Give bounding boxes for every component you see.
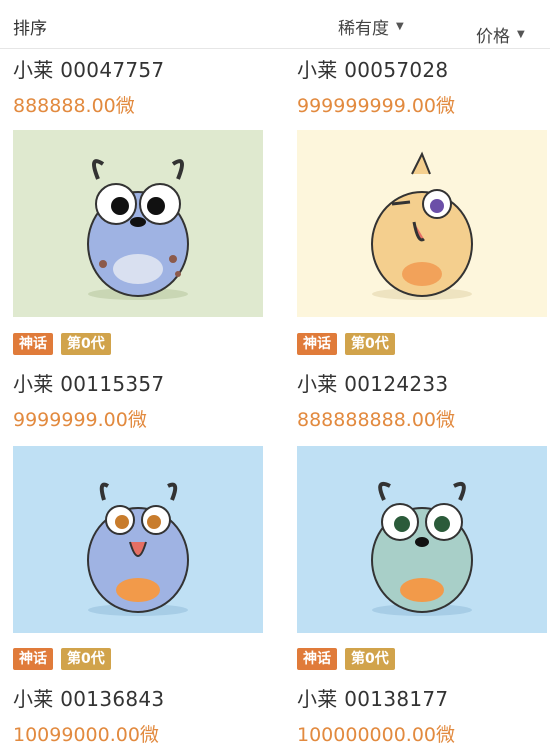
generation-tag: 第0代 [345,333,395,355]
kitty-illustration [371,151,473,300]
price-label: 价格 [476,27,510,47]
kitty-price: 999999999.00微 [297,95,456,117]
kitty-price: 100000000.00微 [297,724,456,746]
myth-tag: 神话 [13,648,53,670]
tag-group: 神话 第0代 [13,648,111,670]
sort-by-price-button[interactable]: 价格 ▼ [476,22,525,47]
myth-tag: 神话 [13,333,53,355]
kitty-price: 888888888.00微 [297,409,456,431]
kitty-illustration [87,482,189,616]
kitty-card[interactable]: 小莱 00057028 999999999.00微 [297,54,547,118]
tag-group: 神话 第0代 [297,333,395,355]
kitty-price: 10099000.00微 [13,724,159,746]
kitty-name: 小莱 00124233 [297,372,449,396]
kitty-price: 888888.00微 [13,95,135,117]
kitty-price: 9999999.00微 [13,409,147,431]
kitty-card[interactable]: 小莱 00136843 10099000.00微 [13,683,263,747]
generation-tag: 第0代 [61,333,111,355]
sort-label: 排序 [13,19,47,39]
kitty-card[interactable]: 小莱 00138177 100000000.00微 [297,683,547,747]
kitty-name: 小莱 00057028 [297,58,449,82]
kitty-name: 小莱 00047757 [13,58,165,82]
kitty-illustration [87,158,189,300]
kitty-card[interactable]: 小莱 00115357 9999999.00微 [13,368,263,432]
kitty-image[interactable] [13,446,263,633]
kitty-card[interactable]: 小莱 00047757 888888.00微 [13,54,263,118]
kitty-image[interactable] [297,446,547,633]
myth-tag: 神话 [297,648,337,670]
rarity-label: 稀有度 [338,19,389,39]
kitty-image[interactable] [297,130,547,317]
sort-bar: 排序 稀有度 ▼ 价格 ▼ [0,0,550,49]
kitty-name: 小莱 00136843 [13,687,165,711]
kitty-card[interactable]: 小莱 00124233 888888888.00微 [297,368,547,432]
generation-tag: 第0代 [345,648,395,670]
myth-tag: 神话 [297,333,337,355]
generation-tag: 第0代 [61,648,111,670]
kitty-name: 小莱 00138177 [297,687,449,711]
caret-down-icon: ▼ [396,21,404,32]
caret-down-icon: ▼ [517,29,525,40]
tag-group: 神话 第0代 [13,333,111,355]
kitty-illustration [371,481,473,616]
tag-group: 神话 第0代 [297,648,395,670]
sort-by-rarity-button[interactable]: 稀有度 ▼ [338,14,404,39]
kitty-image[interactable] [13,130,263,317]
kitty-name: 小莱 00115357 [13,372,165,396]
